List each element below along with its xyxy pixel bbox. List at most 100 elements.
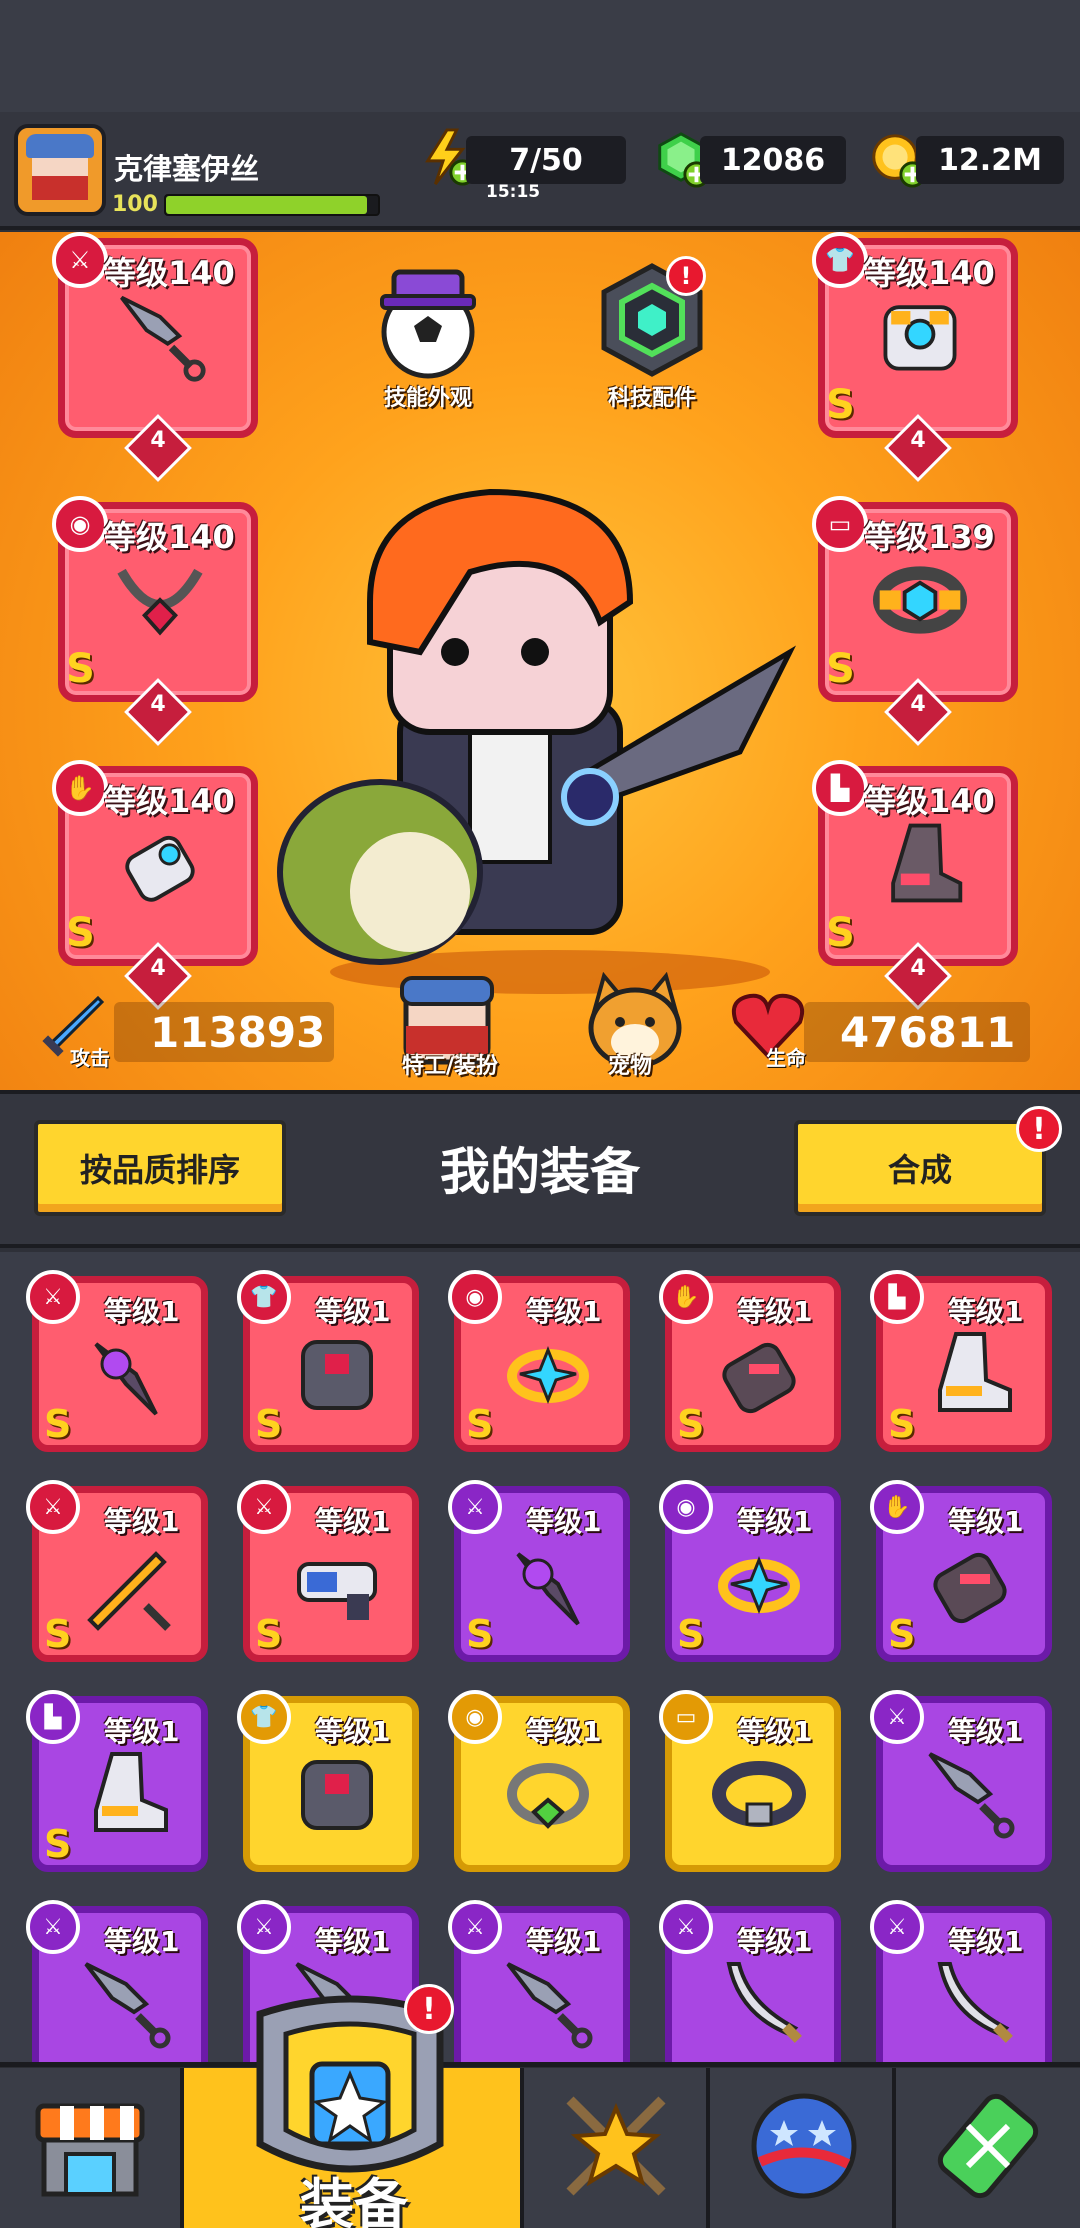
inventory-item[interactable]: ⚔ 等级1 S [26,1270,208,1456]
item-level: 等级1 [948,1925,1024,1958]
inventory-item[interactable]: ◉ 等级1 S [448,1270,630,1456]
inventory-item[interactable]: ▭ 等级1 [659,1690,841,1876]
inventory-item[interactable]: ⚔ 等级1 [26,1900,208,2086]
slot-grade: S [66,646,95,692]
slot-level: 等级140 [104,518,235,556]
sort-by-quality-button[interactable]: 按品质排序 [34,1120,286,1216]
star-swords-icon [566,2096,666,2196]
equipment-inventory-grid: ⚔ 等级1 S 👕 等级1 S ◉ 等级1 S ✋ 等级1 S ▙ 等级1 S ⚔ 等级1 S ⚔ 等级1 S ⚔ 等级1 S… [0,1252,1080,2082]
boot-category-icon: ▙ [812,760,868,816]
merge-button[interactable]: 合成 [794,1120,1046,1216]
inventory-item[interactable]: ✋ 等级1 S [870,1480,1052,1666]
slot-stars: 4 [910,428,926,453]
kunai-icon [120,295,206,382]
item-category-icon: ⚔ [237,1900,291,1954]
item-category-icon: 👕 [237,1270,291,1324]
inventory-item[interactable]: ⚔ 等级1 [870,1690,1052,1876]
glove-icon [722,1342,796,1414]
equipped-gloves-slot[interactable]: ✋ 等级140 S 4 [52,760,264,1010]
inventory-item[interactable]: ⚔ 等级1 [659,1900,841,2086]
inventory-item[interactable]: ▙ 等级1 S [870,1270,1052,1456]
necklace-icon [507,1763,589,1829]
inventory-item[interactable]: ▙ 等级1 S [26,1690,208,1876]
skill-skin-label: 技能外观 [383,386,472,411]
belt-icon [872,566,968,634]
item-category-icon: ⚔ [659,1900,713,1954]
shop-icon [35,2103,145,2197]
dna-icon [937,2093,1039,2199]
belt-icon [712,1761,806,1827]
inventory-item[interactable]: ◉ 等级1 S [659,1480,841,1666]
item-level: 等级1 [104,1925,180,1958]
item-category-icon: ✋ [870,1480,924,1534]
equipped-armor-slot[interactable]: 👕 等级140 S 4 [812,232,1024,482]
blaster-icon [297,1562,377,1620]
item-level: 等级1 [737,1505,813,1538]
item-category-icon: ✋ [659,1270,713,1324]
xp-bar [164,194,380,216]
item-level: 等级1 [104,1715,180,1748]
armor-icon [883,305,957,371]
item-grade: S [888,1402,916,1446]
item-grade: S [44,1822,72,1866]
attack-label: 攻击 [70,1046,110,1070]
kunai-icon [928,1752,1015,1839]
item-grade: S [677,1402,705,1446]
kunai-icon [506,1962,593,2049]
pet-label: 宠物 [607,1054,652,1079]
player-avatar[interactable] [14,124,106,216]
equipped-weapon-slot[interactable]: ⚔ 等级140 4 [52,232,264,482]
item-level: 等级1 [737,1295,813,1328]
glove-category-icon: ✋ [52,760,108,816]
armor-icon [301,1760,373,1830]
slot-stars: 4 [150,692,166,717]
armor-icon [301,1340,373,1410]
item-grade: S [466,1402,494,1446]
inventory-item[interactable]: 👕 等级1 [237,1690,419,1876]
item-category-icon: ◉ [448,1690,502,1744]
tech-parts-label: 科技配件 [607,386,696,411]
item-category-icon: ▙ [870,1270,924,1324]
slot-level: 等级140 [864,782,995,820]
item-category-icon: ⚔ [448,1480,502,1534]
item-category-icon: 👕 [237,1690,291,1744]
inventory-item[interactable]: 👕 等级1 S [237,1270,419,1456]
item-category-icon: ⚔ [870,1900,924,1954]
scimitar-icon [937,1962,1013,2043]
gem-counter: 12086 [700,136,846,184]
necklace-icon [117,568,203,636]
inventory-item[interactable]: ⚔ 等级1 S [237,1480,419,1666]
inventory-item[interactable]: ⚔ 等级1 [870,1900,1052,2086]
item-level: 等级1 [315,1505,391,1538]
equipment-alert-badge: ! [404,1984,454,2034]
tech-parts-alert-badge: ! [666,256,706,296]
game-screen: 克律塞伊丝 100 7/50 15:15 12086 12.2M ⚔ 等级140… [0,0,1080,2228]
dagger-icon [516,1552,580,1626]
item-level: 等级1 [948,1715,1024,1748]
inventory-item[interactable]: ✋ 等级1 S [659,1270,841,1456]
item-level: 等级1 [526,1715,602,1748]
skill-skin-icon[interactable] [368,260,488,380]
inventory-item[interactable]: ◉ 等级1 [448,1690,630,1876]
inventory-item[interactable]: ⚔ 等级1 [448,1900,630,2086]
player-level: 100 [112,192,158,217]
boot-icon [891,823,963,903]
necklace-category-icon: ◉ [52,496,108,552]
item-grade: S [255,1612,283,1656]
item-category-icon: ◉ [448,1270,502,1324]
inventory-item[interactable]: ⚔ 等级1 S [26,1480,208,1666]
item-level: 等级1 [737,1715,813,1748]
ring-icon [718,1555,800,1615]
item-category-icon: ⚔ [237,1480,291,1534]
equipment-tab-label: 装备 [300,2173,408,2228]
equipped-belt-slot[interactable]: ▭ 等级139 S 4 [812,496,1024,746]
energy-timer: 15:15 [486,182,541,202]
item-category-icon: ⚔ [870,1690,924,1744]
ring-icon [507,1345,589,1405]
inventory-item[interactable]: ⚔ 等级1 S [448,1480,630,1666]
slot-grade: S [826,910,855,956]
equipped-necklace-slot[interactable]: ◉ 等级140 S 4 [52,496,264,746]
item-level: 等级1 [104,1505,180,1538]
equipped-boots-slot[interactable]: ▙ 等级140 S 4 [812,760,1024,1010]
sword-icon [87,1551,171,1631]
